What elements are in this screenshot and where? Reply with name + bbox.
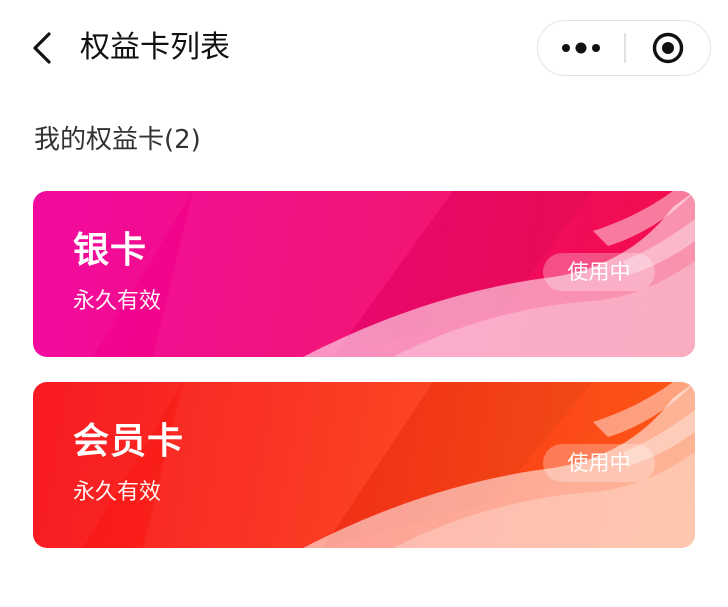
close-button[interactable]: [626, 21, 711, 75]
more-button[interactable]: [538, 21, 624, 75]
status-badge: 使用中: [543, 444, 655, 482]
status-badge: 使用中: [543, 253, 655, 291]
back-button[interactable]: [22, 26, 62, 70]
benefit-card-member[interactable]: 会员卡 永久有效 使用中: [33, 382, 695, 548]
navigation-bar: 权益卡列表: [0, 0, 728, 92]
mini-program-capsule: [537, 20, 711, 76]
target-circle-icon: [652, 32, 683, 64]
card-name: 银卡: [73, 230, 148, 271]
card-validity: 永久有效: [73, 480, 162, 505]
chevron-left-icon: [33, 32, 51, 64]
more-dots-icon: [562, 42, 600, 54]
card-validity: 永久有效: [73, 289, 162, 314]
benefit-card-silver[interactable]: 银卡 永久有效 使用中: [33, 191, 695, 357]
section-title: 我的权益卡(2): [34, 125, 201, 155]
card-name: 会员卡: [73, 421, 185, 462]
page-title: 权益卡列表: [80, 30, 230, 65]
